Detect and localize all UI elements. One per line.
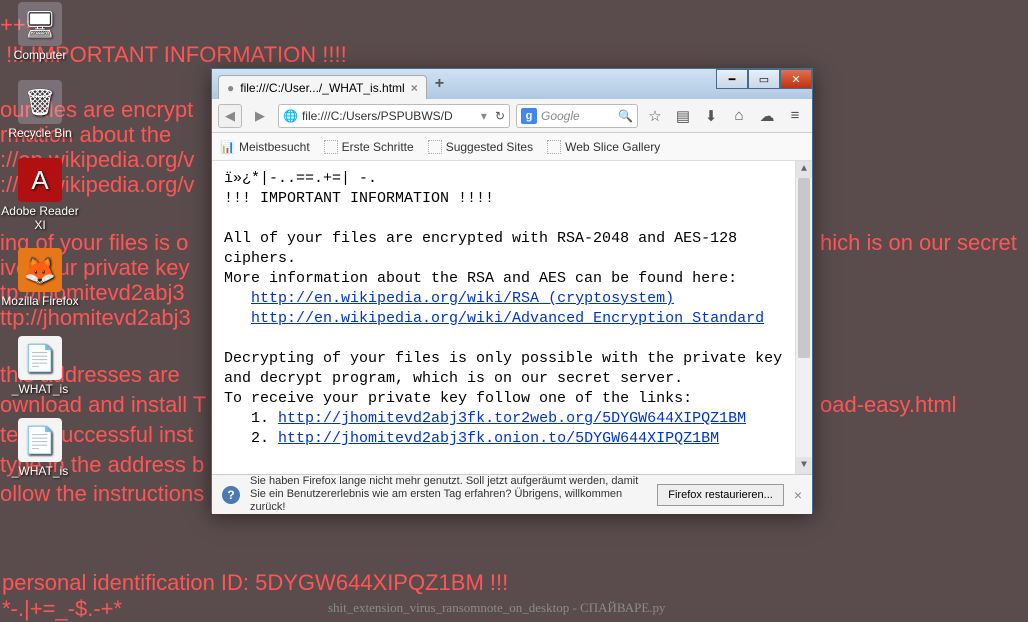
firefox-restore-button[interactable]: Firefox restaurieren... [657, 484, 784, 506]
tab-close-button[interactable]: × [411, 81, 418, 95]
content-scrollbar[interactable]: ▲ ▼ [795, 161, 812, 474]
file-icon: 📄 [18, 336, 62, 380]
chart-icon: 📊 [220, 140, 235, 154]
home-button[interactable]: ⌂ [728, 105, 750, 127]
bookmark-icon [547, 140, 561, 154]
desktop-icon-whatis-2[interactable]: 📄 _WHAT_is [0, 418, 80, 478]
infobar-close-button[interactable]: × [794, 487, 802, 503]
link-tor2web[interactable]: http://jhomitevd2abj3fk.tor2web.org/5DYG… [278, 410, 746, 427]
url-dropdown-icon[interactable]: ▾ [481, 109, 487, 123]
search-icon[interactable]: 🔍 [618, 109, 633, 123]
desktop-icon-whatis-1[interactable]: 📄 _WHAT_is [0, 336, 80, 396]
link-onion[interactable]: http://jhomitevd2abj3fk.onion.to/5DYGW64… [278, 430, 719, 447]
search-placeholder: Google [541, 109, 580, 123]
page-content: ï»¿*|-..==.+=| -. !!! IMPORTANT INFORMAT… [212, 161, 812, 474]
back-button[interactable]: ◀ [218, 104, 242, 128]
computer-icon: 🖥 [18, 2, 62, 46]
bookmark-icon [324, 140, 338, 154]
menu-button[interactable]: ≡ [784, 105, 806, 127]
search-bar[interactable]: g Google 🔍 [516, 104, 638, 128]
scroll-thumb[interactable] [798, 178, 810, 358]
recycle-bin-icon: 🗑 [18, 80, 62, 124]
firefox-icon: 🦊 [18, 248, 62, 292]
titlebar[interactable]: ● file:///C:/User.../_WHAT_is.html × + ━… [212, 69, 812, 99]
google-icon: g [521, 108, 537, 124]
tab-title: file:///C:/User.../_WHAT_is.html [240, 81, 404, 95]
desktop-icon-firefox[interactable]: 🦊 Mozilla Firefox [0, 248, 80, 308]
scroll-down-icon[interactable]: ▼ [796, 457, 812, 474]
watermark-text: shit_extension_virus_ransomnote_on_deskt… [328, 600, 665, 616]
bookmarks-bar: 📊Meistbesucht Erste Schritte Suggested S… [212, 133, 812, 161]
reload-button[interactable]: ↻ [495, 109, 505, 123]
scroll-up-icon[interactable]: ▲ [796, 161, 812, 178]
bookmark-erste-schritte[interactable]: Erste Schritte [324, 140, 414, 154]
browser-window: ● file:///C:/User.../_WHAT_is.html × + ━… [211, 68, 813, 513]
new-tab-button[interactable]: + [435, 75, 444, 93]
forward-button[interactable]: ▶ [248, 104, 272, 128]
library-button[interactable]: ▤ [672, 105, 694, 127]
link-aes-wiki[interactable]: http://en.wikipedia.org/wiki/Advanced_En… [251, 310, 764, 327]
window-close-button[interactable]: ✕ [780, 69, 812, 89]
info-icon: ? [222, 486, 240, 504]
bookmark-icon [428, 140, 442, 154]
globe-icon: 🌐 [283, 109, 298, 123]
link-rsa-wiki[interactable]: http://en.wikipedia.org/wiki/RSA_(crypto… [251, 290, 674, 307]
bookmark-web-slice[interactable]: Web Slice Gallery [547, 140, 660, 154]
page-icon: ● [227, 81, 234, 95]
url-text: file:///C:/Users/PSPUBWS/D [302, 109, 453, 123]
firefox-infobar: ? Sie haben Firefox lange nicht mehr gen… [212, 474, 812, 514]
minimize-button[interactable]: ━ [716, 69, 748, 89]
browser-tab[interactable]: ● file:///C:/User.../_WHAT_is.html × [218, 75, 427, 99]
url-bar[interactable]: 🌐 file:///C:/Users/PSPUBWS/D ▾ ↻ [278, 104, 510, 128]
file-icon: 📄 [18, 418, 62, 462]
maximize-button[interactable]: ▭ [748, 69, 780, 89]
downloads-button[interactable]: ⬇ [700, 105, 722, 127]
bookmark-suggested-sites[interactable]: Suggested Sites [428, 140, 533, 154]
adobe-reader-icon: A [18, 158, 62, 202]
nav-toolbar: ◀ ▶ 🌐 file:///C:/Users/PSPUBWS/D ▾ ↻ g G… [212, 99, 812, 133]
desktop-icon-computer[interactable]: 🖥 Computer [0, 2, 80, 62]
bookmark-star-button[interactable]: ☆ [644, 105, 666, 127]
chat-button[interactable]: ☁ [756, 105, 778, 127]
desktop-icon-recycle-bin[interactable]: 🗑 Recycle Bin [0, 80, 80, 140]
infobar-message: Sie haben Firefox lange nicht mehr genut… [250, 475, 647, 514]
desktop-icon-adobe-reader[interactable]: A Adobe Reader XI [0, 158, 80, 232]
bookmark-meistbesucht[interactable]: 📊Meistbesucht [220, 140, 310, 154]
